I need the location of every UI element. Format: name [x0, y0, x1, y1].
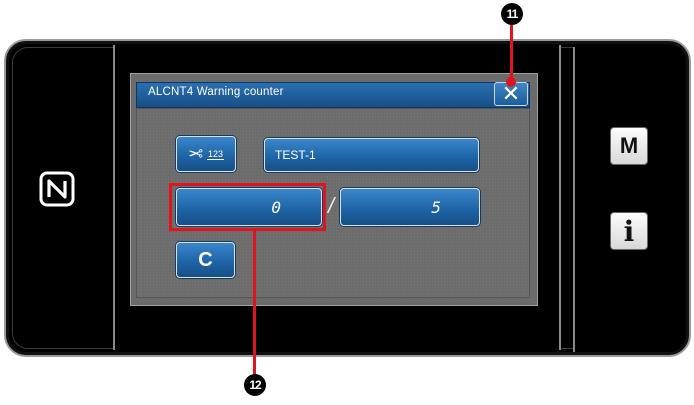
side-button-panel: [573, 47, 685, 352]
count-limit-value: 5: [431, 197, 441, 217]
callout-highlight-box: [169, 183, 326, 231]
callout-marker-12: 12: [244, 374, 266, 396]
callout-number-11: 11: [506, 7, 519, 21]
clear-button[interactable]: C: [176, 242, 235, 278]
callout-marker-11: 11: [501, 3, 523, 25]
info-button[interactable]: i: [610, 212, 648, 250]
thread-trim-counter-button[interactable]: ✂ 123: [176, 136, 236, 172]
nfc-icon: ™: [39, 171, 75, 207]
count-separator: /: [328, 193, 335, 218]
info-label: i: [623, 214, 635, 248]
counter-spool-icon: 123: [207, 148, 225, 160]
svg-text:™: ™: [69, 174, 73, 179]
dialog-title: ALCNT4 Warning counter: [148, 86, 284, 98]
callout-number-12: 12: [249, 378, 261, 392]
count-limit-field[interactable]: 5: [340, 188, 480, 226]
counter-name-field[interactable]: TEST-1: [264, 138, 479, 172]
clear-label: C: [198, 248, 213, 271]
callout-leader-12: [253, 231, 256, 375]
callout-dot-11: [506, 77, 516, 87]
counter-name-value: TEST-1: [275, 148, 316, 162]
menu-m-button[interactable]: M: [610, 127, 648, 165]
menu-m-label: M: [619, 133, 639, 158]
scissors-icon: ✂: [187, 143, 204, 164]
